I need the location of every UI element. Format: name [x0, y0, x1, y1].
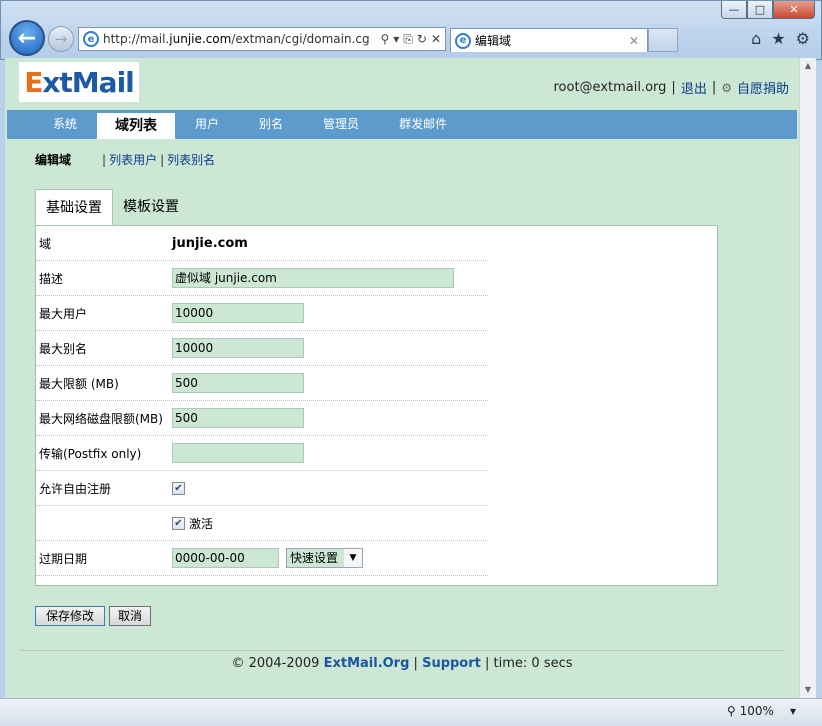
stop-icon[interactable]: ✕ — [431, 32, 441, 47]
description-input[interactable]: 虚似域 junjie.com — [172, 268, 454, 288]
main-nav: 系统 域列表 用户 别名 管理员 群发邮件 — [7, 110, 797, 139]
expire-label: 过期日期 — [39, 551, 88, 566]
page-header: ExtMail root@extmail.org | 退出 | ⚙ 自愿捐助 — [5, 58, 799, 110]
subnav-current: 编辑域 — [35, 153, 72, 167]
back-button[interactable]: ← — [9, 20, 45, 56]
nav-item-alias[interactable]: 别名 — [239, 110, 303, 139]
tab-title: 编辑域 — [475, 34, 512, 48]
chevron-down-icon: ▾ — [789, 704, 796, 718]
address-url[interactable]: http://mail.junjie.com/extman/cgi/domain… — [103, 32, 376, 46]
max-users-input[interactable]: 10000 — [172, 303, 304, 323]
arrow-right-icon: → — [54, 30, 68, 48]
support-link[interactable]: Support — [422, 656, 481, 671]
close-window-button[interactable]: ✕ — [773, 1, 815, 19]
active-checkbox[interactable]: ✔ — [172, 516, 185, 530]
compatibility-icon[interactable]: ⎘ — [403, 32, 413, 47]
form-row-max-alias: 最大别名 10000 — [36, 331, 488, 366]
render-time: time: 0 secs — [493, 656, 573, 671]
allow-signup-label: 允许自由注册 — [39, 481, 112, 496]
form-row-netdisk-quota: 最大网络磁盘限额(MB) 500 — [36, 401, 488, 436]
chevron-down-icon: ▼ — [349, 553, 357, 563]
nav-item-mass-mail[interactable]: 群发邮件 — [379, 110, 467, 139]
list-users-link[interactable]: 列表用户 — [109, 151, 157, 168]
description-label: 描述 — [39, 271, 64, 286]
sub-nav: 编辑域 | 列表用户 | 列表别名 — [35, 151, 216, 168]
allow-signup-checkbox[interactable]: ✔ — [172, 481, 185, 495]
status-bar: ⚲ 100% ▾ — [0, 698, 822, 726]
user-info: root@extmail.org | 退出 | ⚙ 自愿捐助 — [553, 78, 789, 97]
favorites-star-icon[interactable]: ★ — [771, 29, 785, 48]
max-alias-label: 最大别名 — [39, 341, 88, 356]
domain-value: junjie.com — [172, 235, 248, 251]
logout-link[interactable]: 退出 — [681, 78, 707, 97]
form-tabs: 基础设置 模板设置 — [35, 189, 799, 225]
search-icon[interactable]: ⚲ — [380, 32, 389, 47]
window-controls: — □ ✕ — [721, 1, 815, 19]
quota-input[interactable]: 500 — [172, 373, 304, 393]
scroll-down-icon[interactable]: ▼ — [800, 682, 816, 698]
new-tab-button[interactable] — [648, 28, 678, 52]
edit-domain-form: 域 junjie.com 描述 虚似域 junjie.com 最大用户 1000… — [35, 225, 718, 586]
zoom-control[interactable]: ⚲ 100% ▾ — [727, 704, 796, 718]
browser-tab[interactable]: e 编辑域 ✕ — [450, 28, 648, 52]
extmail-logo: ExtMail — [19, 62, 139, 102]
tab-template-settings[interactable]: 模板设置 — [113, 189, 189, 225]
tab-basic-settings[interactable]: 基础设置 — [35, 189, 113, 225]
expire-date-input[interactable]: 0000-00-00 — [172, 548, 279, 568]
donate-gear-icon: ⚙ — [721, 80, 732, 95]
zoom-level: 100% — [739, 704, 774, 718]
nav-item-system[interactable]: 系统 — [33, 110, 97, 139]
dropdown-arrow-icon[interactable]: ▾ — [393, 32, 399, 47]
page-viewport: ExtMail root@extmail.org | 退出 | ⚙ 自愿捐助 系… — [5, 58, 799, 698]
zoom-icon: ⚲ — [726, 704, 736, 718]
extmail-link[interactable]: ExtMail.Org — [324, 656, 410, 671]
home-icon[interactable]: ⌂ — [751, 29, 761, 48]
gear-icon[interactable]: ⚙ — [796, 29, 810, 48]
transport-input[interactable] — [172, 443, 304, 463]
page-footer: © 2004-2009 ExtMail.Org | Support | time… — [231, 656, 573, 671]
nav-item-admin[interactable]: 管理员 — [303, 110, 379, 139]
save-button[interactable]: 保存修改 — [35, 606, 105, 626]
maximize-button[interactable]: □ — [747, 1, 773, 19]
ie-icon: e — [83, 31, 99, 47]
close-tab-icon[interactable]: ✕ — [629, 34, 647, 48]
form-row-active: ✔ 激活 — [36, 506, 488, 541]
list-alias-link[interactable]: 列表别名 — [167, 151, 215, 168]
netdisk-quota-input[interactable]: 500 — [172, 408, 304, 428]
checkmark-icon: ✔ — [174, 482, 183, 494]
vertical-scrollbar[interactable]: ▲ ▼ — [799, 58, 816, 698]
domain-label: 域 — [39, 236, 52, 251]
cancel-button[interactable]: 取消 — [109, 606, 152, 626]
arrow-left-icon: ← — [17, 25, 37, 51]
forward-button[interactable]: → — [48, 26, 74, 52]
max-users-label: 最大用户 — [39, 306, 88, 321]
nav-item-domain-list[interactable]: 域列表 — [97, 113, 176, 139]
active-label: 激活 — [189, 516, 214, 531]
nav-item-users[interactable]: 用户 — [175, 110, 239, 139]
form-row-description: 描述 虚似域 junjie.com — [36, 261, 488, 296]
quota-label: 最大限额 (MB) — [39, 376, 119, 391]
form-row-expire: 过期日期 0000-00-00 快速设置 ▼ — [36, 541, 488, 576]
netdisk-quota-label: 最大网络磁盘限额(MB) — [39, 411, 163, 426]
checkmark-icon: ✔ — [174, 517, 183, 529]
scroll-up-icon[interactable]: ▲ — [800, 58, 816, 74]
footer-divider — [19, 650, 785, 651]
form-buttons: 保存修改 取消 — [35, 606, 799, 626]
refresh-icon[interactable]: ↻ — [417, 32, 427, 47]
username: root@extmail.org — [553, 80, 667, 95]
form-row-quota: 最大限额 (MB) 500 — [36, 366, 488, 401]
form-row-max-users: 最大用户 10000 — [36, 296, 488, 331]
transport-label: 传输(Postfix only) — [39, 446, 142, 461]
form-row-domain: 域 junjie.com — [36, 226, 488, 261]
donate-link[interactable]: 自愿捐助 — [737, 78, 789, 97]
max-alias-input[interactable]: 10000 — [172, 338, 304, 358]
quick-set-select[interactable]: 快速设置 ▼ — [286, 548, 363, 568]
address-bar[interactable]: e http://mail.junjie.com/extman/cgi/doma… — [78, 27, 446, 51]
form-row-transport: 传输(Postfix only) — [36, 436, 488, 471]
ie-icon: e — [455, 32, 471, 49]
minimize-button[interactable]: — — [721, 1, 747, 19]
form-row-allow-signup: 允许自由注册 ✔ — [36, 471, 488, 506]
